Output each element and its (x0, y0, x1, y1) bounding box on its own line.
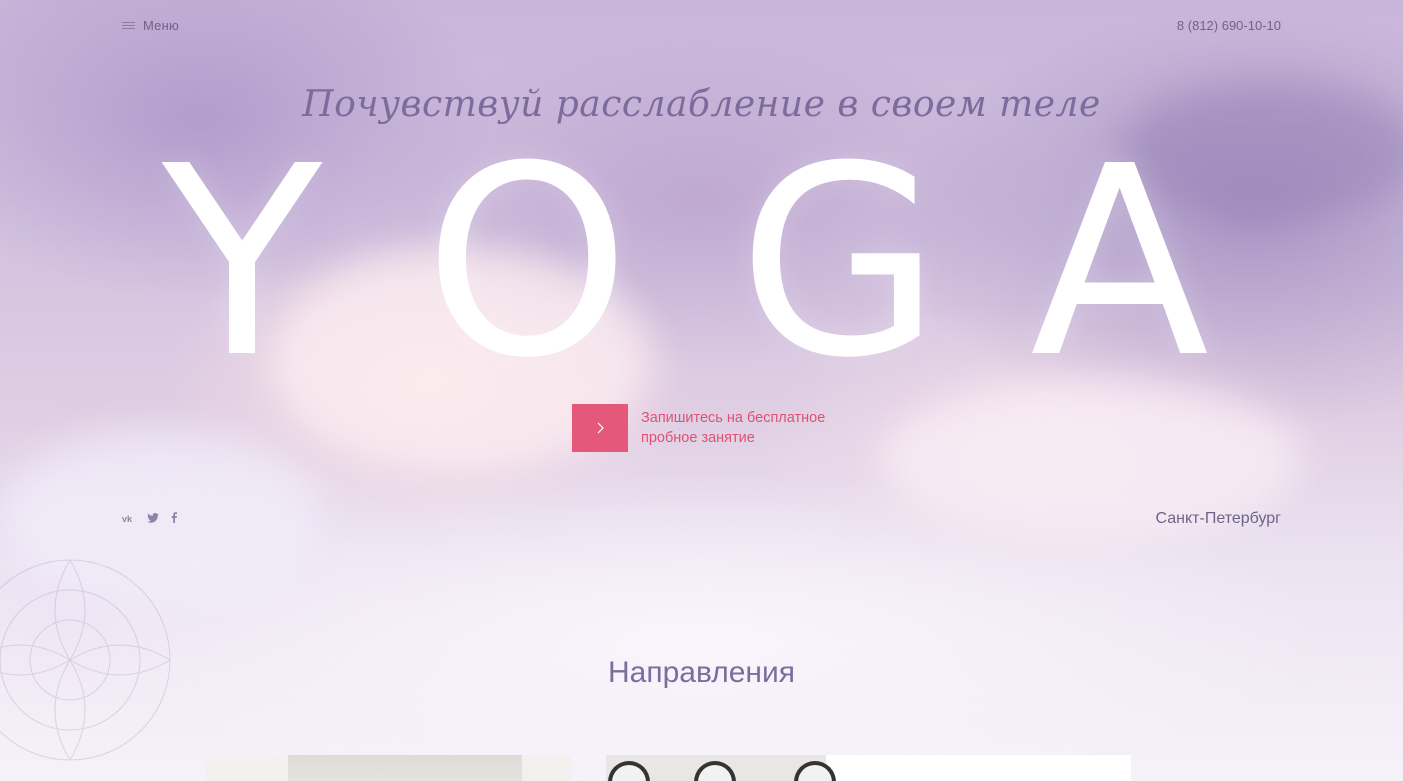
menu-button[interactable]: Меню (122, 18, 179, 33)
trial-signup-button[interactable] (572, 404, 628, 452)
hero-title-letter-a: A (1030, 110, 1210, 415)
window-arch-image (694, 761, 736, 781)
svg-text:vk: vk (122, 514, 133, 522)
direction-card[interactable] (606, 755, 1131, 781)
hero-title-letter-o: O (424, 110, 631, 415)
menu-lines-icon (122, 22, 135, 29)
hero-title-letter-g: G (738, 110, 942, 415)
vk-icon[interactable]: vk (122, 514, 135, 522)
section-title-directions: Направления (608, 656, 795, 689)
direction-card-image (288, 755, 522, 781)
direction-card-image (606, 755, 836, 781)
window-arch-image (608, 761, 650, 781)
mandala-ornament (0, 559, 171, 761)
trial-signup-link[interactable]: Запишитесь на бесплатное пробное занятие (641, 408, 841, 448)
cta-text-line-1: Запишитесь на бесплатное (641, 410, 826, 426)
chevron-right-icon (597, 422, 604, 434)
window-arch-image (794, 761, 836, 781)
cta-text-line-2: пробное занятие (641, 430, 755, 446)
social-links: vk (122, 512, 177, 523)
facebook-icon[interactable] (171, 512, 177, 523)
hero-title-letter-y: Y (162, 110, 323, 415)
menu-label: Меню (143, 18, 179, 33)
direction-card[interactable] (206, 755, 572, 781)
hero-title: Y O G A (0, 132, 1403, 394)
city-selector[interactable]: Санкт-Петербург (1156, 510, 1281, 528)
phone-link[interactable]: 8 (812) 690-10-10 (1177, 18, 1281, 33)
twitter-icon[interactable] (147, 512, 159, 523)
trial-signup-cta: Запишитесь на бесплатное пробное занятие (572, 404, 841, 452)
